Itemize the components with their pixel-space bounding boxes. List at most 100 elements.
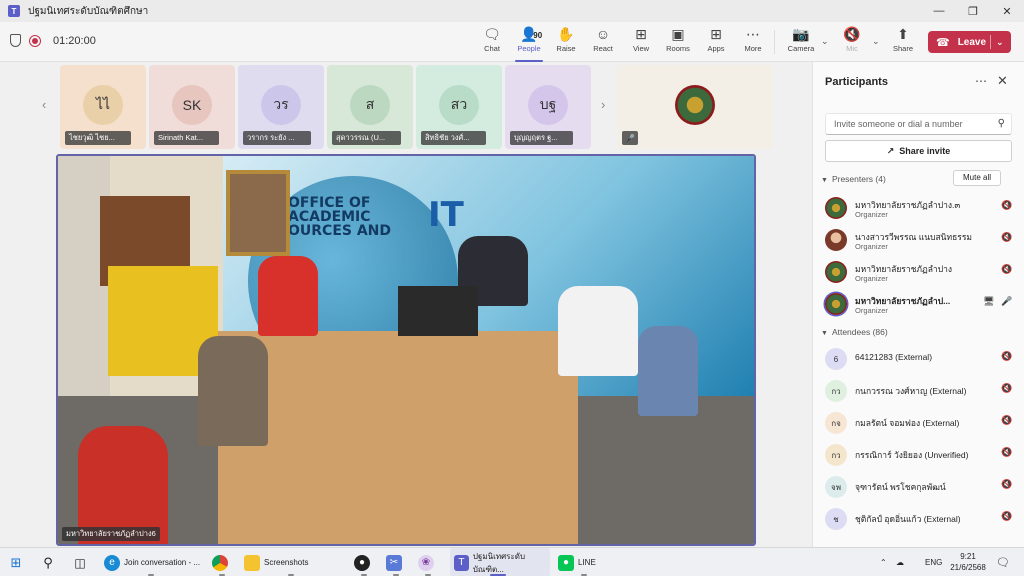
more-button[interactable]: ⋯ More	[733, 25, 773, 59]
onedrive-icon[interactable]: ☁	[896, 548, 904, 576]
presenter-row[interactable]: มหาวิทยาลัยราชภัฏลำป... Organizer 🖥 🎤	[825, 290, 1015, 320]
people-count: 90	[533, 31, 543, 40]
mic-off-icon: 🔇	[1001, 232, 1013, 242]
mic-off-icon: 🔇	[1001, 447, 1013, 457]
meeting-timer: 01:20:00	[53, 34, 96, 47]
start-button[interactable]: ⊞	[8, 548, 24, 576]
task-view-icon: ◫	[74, 555, 86, 570]
search-icon: ⚲	[997, 118, 1005, 129]
hand-icon: ✋	[557, 26, 575, 42]
mic-off-icon: 🔇	[1001, 511, 1013, 521]
share-icon: ↗	[886, 145, 895, 156]
taskbar-app-line[interactable]: ● LINE	[558, 548, 608, 576]
attendees-section-header[interactable]: ▼ Attendees (86)	[821, 327, 888, 337]
mic-options-chevron-icon[interactable]: ⌄	[872, 36, 880, 47]
speaker-name: มหาวิทยาลัยราชภัฏลำปาง6	[62, 527, 160, 541]
plus-icon: ⊞	[710, 26, 722, 42]
minimize-button[interactable]: —	[922, 0, 956, 22]
attendee-row[interactable]: ช ชุติกัลป์ อุดอิ่นแก้ว (External) 🔇	[825, 505, 1015, 535]
tray-chevron-icon[interactable]: ⌃	[880, 548, 887, 576]
raise-hand-button[interactable]: ✋ Raise	[546, 25, 586, 59]
mic-off-icon: 🔇	[1001, 479, 1013, 489]
chat-button[interactable]: 🗨 Chat	[472, 25, 512, 59]
attendee-row[interactable]: 6 64121283 (External) 🔇	[825, 345, 1015, 375]
taskbar: ⊞ ⚲ ◫ e Join conversation - ... Screensh…	[0, 547, 1024, 576]
people-button[interactable]: 👤 90 People	[509, 25, 549, 62]
rooms-button[interactable]: ▣ Rooms	[658, 25, 698, 59]
smile-icon: ☺	[595, 26, 611, 42]
avatar	[825, 293, 847, 315]
share-button[interactable]: ⬆ Share	[883, 25, 923, 59]
attendee-row[interactable]: กว กนกวรรณ วงศ์หาญ (External) 🔇	[825, 377, 1015, 407]
leave-button[interactable]: ☎ Leave ⌄	[928, 31, 1011, 53]
avatar	[825, 197, 847, 219]
screen-share-icon: 🖥	[983, 296, 995, 306]
avatar: กว	[825, 444, 847, 466]
mic-button[interactable]: 🔇 Mic	[832, 25, 872, 59]
participant-tile-organizer[interactable]: 🎤	[617, 65, 773, 149]
close-window-button[interactable]: ✕	[990, 0, 1024, 22]
participant-tile[interactable]: สว สิทธิชัย วงศ์...	[416, 65, 502, 149]
main-video[interactable]: OFFICE OF ACADEMIC OURCES AND IT มหาวิทย…	[56, 154, 756, 546]
taskbar-app-chrome[interactable]	[212, 548, 228, 576]
attendee-row[interactable]: กจ กมลรัตน์ จอมฟอง (External) 🔇	[825, 409, 1015, 439]
presenter-row[interactable]: มหาวิทยาลัยราชภัฏลำปาง Organizer 🔇	[825, 258, 1015, 288]
portrait-image	[226, 170, 290, 256]
presenter-row[interactable]: นางสาวรวีพรรณ แนบสนิทธรรม Organizer 🔇	[825, 226, 1015, 256]
obs-icon: ●	[354, 554, 370, 571]
people-icon: 👤 90	[520, 25, 542, 43]
attendee-row[interactable]: จพ จุฑารัตน์ พรโชคกุลพัฒน์ 🔇	[825, 473, 1015, 503]
clock[interactable]: 9:21 21/6/2568	[948, 551, 988, 573]
notification-icon[interactable]: 🗨	[996, 548, 1010, 576]
taskbar-search-button[interactable]: ⚲	[40, 548, 56, 576]
taskbar-app-edge[interactable]: e Join conversation - ...	[104, 548, 202, 576]
share-invite-button[interactable]: ↗ Share invite	[825, 140, 1012, 162]
mic-icon: 🎤	[1001, 296, 1013, 306]
language-indicator[interactable]: ENG	[925, 548, 942, 576]
taskbar-app-obs[interactable]: ●	[354, 548, 370, 576]
apps-button[interactable]: ⊞ Apps	[696, 25, 736, 59]
presenter-row[interactable]: มหาวิทยาลัยราชภัฏลำปาง.๓ Organizer 🔇	[825, 194, 1015, 224]
chevron-right-icon[interactable]: ›	[601, 97, 605, 112]
attendee-row[interactable]: กว กรรณิการ์ วังยิยอง (Unverified) 🔇	[825, 441, 1015, 471]
shield-icon[interactable]	[10, 34, 21, 47]
chrome-icon	[212, 554, 228, 571]
react-button[interactable]: ☺ React	[583, 25, 623, 59]
avatar: กว	[825, 380, 847, 402]
window-controls: — ❐ ✕	[922, 0, 1024, 22]
camera-button[interactable]: 📷 Camera	[781, 25, 821, 59]
ellipsis-icon[interactable]: ⋯	[975, 74, 987, 88]
taskbar-app-explorer[interactable]: Screenshots	[244, 548, 342, 576]
mic-off-icon: 🔇	[1001, 200, 1013, 210]
task-view-button[interactable]: ◫	[72, 548, 88, 576]
university-logo	[675, 85, 715, 125]
taskbar-app-teams[interactable]: T ปฐมนิเทศระดับบัณฑิต...	[450, 548, 550, 576]
leave-options-chevron-icon[interactable]: ⌄	[996, 37, 1004, 48]
avatar: 6	[825, 348, 847, 370]
taskbar-app-snip[interactable]: ✂	[386, 548, 402, 576]
participant-tile[interactable]: SK Sirinath Kat...	[149, 65, 235, 149]
meeting-info: 01:20:00	[10, 34, 96, 47]
close-icon[interactable]: ✕	[997, 73, 1008, 89]
camera-options-chevron-icon[interactable]: ⌄	[821, 36, 829, 47]
view-button[interactable]: ⊞ View	[621, 25, 661, 59]
mic-off-icon: 🔇	[1001, 383, 1013, 393]
participant-name: ไชยวุฒิ ไชย...	[65, 131, 131, 145]
presenters-section-header[interactable]: ▼ Presenters (4)	[821, 174, 886, 184]
mic-icon: 🎤	[622, 131, 638, 145]
chevron-left-icon[interactable]: ‹	[42, 97, 46, 112]
maximize-button[interactable]: ❐	[956, 0, 990, 22]
participant-tile[interactable]: ส สุดาวรรณ (U...	[327, 65, 413, 149]
panel-title: Participants	[825, 76, 888, 88]
avatar: วร	[261, 85, 301, 125]
office-sign: OFFICE OF ACADEMIC OURCES AND IT	[288, 195, 464, 239]
mic-off-icon: 🔇	[1001, 351, 1013, 361]
mute-all-button[interactable]: Mute all	[953, 170, 1001, 186]
taskbar-app-seal[interactable]: ❀	[418, 548, 434, 576]
recording-icon	[29, 34, 41, 47]
invite-input[interactable]: Invite someone or dial a number ⚲	[825, 113, 1012, 135]
participant-tile[interactable]: วร วรากร ระยัง ...	[238, 65, 324, 149]
chevron-down-icon: ▼	[821, 177, 828, 184]
participant-tile[interactable]: บฐ บุญญฤตร ฐ...	[505, 65, 591, 149]
participant-tile[interactable]: ไไ ไชยวุฒิ ไชย...	[60, 65, 146, 149]
